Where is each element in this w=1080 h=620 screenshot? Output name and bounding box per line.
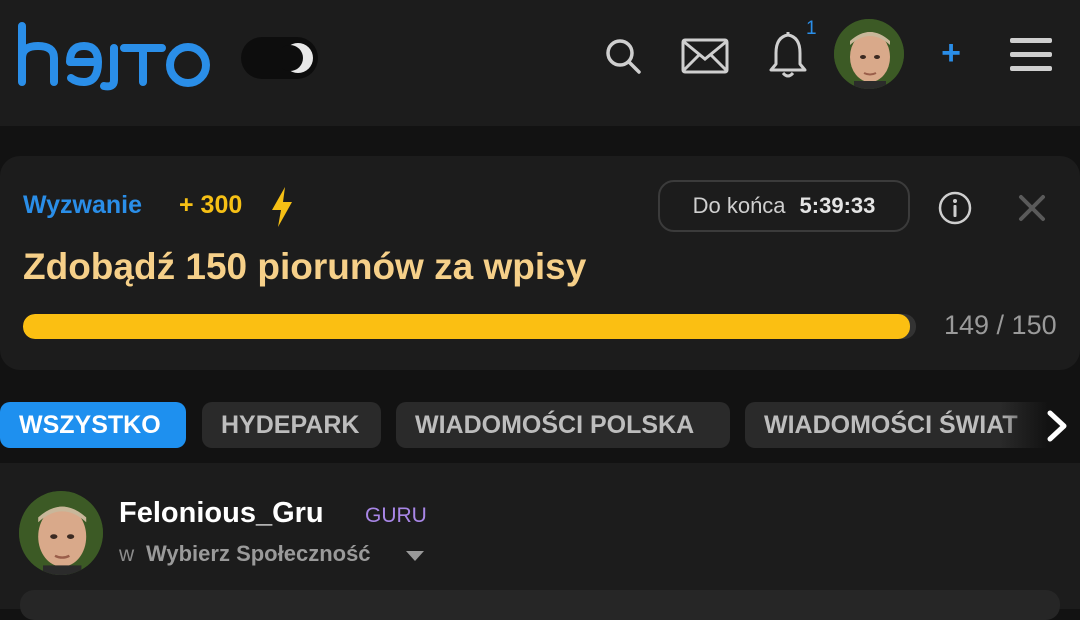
tab-wszystko[interactable]: WSZYSTKO — [0, 402, 186, 448]
info-icon[interactable] — [938, 191, 972, 225]
lightning-icon — [272, 187, 292, 227]
challenge-progress-bar — [23, 314, 916, 339]
countdown-timer: Do końca 5:39:33 — [658, 180, 910, 232]
timer-value: 5:39:33 — [799, 193, 876, 218]
category-tabs: WSZYSTKO HYDEPARK WIADOMOŚCI POLSKA WIAD… — [0, 402, 1080, 448]
community-prefix: w — [119, 543, 135, 566]
moon-icon — [282, 43, 313, 73]
avatar[interactable] — [834, 19, 904, 89]
caret-down-icon[interactable] — [404, 549, 426, 563]
challenge-label[interactable]: Wyzwanie — [23, 191, 142, 220]
close-icon[interactable] — [1017, 193, 1047, 223]
menu-icon[interactable] — [1010, 37, 1052, 73]
theme-toggle[interactable] — [241, 37, 318, 79]
post-card — [0, 463, 1080, 609]
challenge-title: Zdobądź 150 piorunów za wpisy — [23, 246, 587, 287]
post-author[interactable]: Felonious_Gru — [119, 497, 324, 530]
progress-text: 149 / 150 — [944, 310, 1057, 340]
author-avatar[interactable] — [19, 491, 103, 575]
community-selector[interactable]: Wybierz Społeczność — [146, 541, 371, 567]
mail-icon[interactable] — [681, 38, 729, 74]
progress-fill — [23, 314, 911, 339]
bell-icon[interactable] — [768, 31, 808, 79]
search-icon[interactable] — [603, 36, 643, 76]
timer-label: Do końca — [692, 193, 786, 218]
chevron-right-icon[interactable] — [1044, 409, 1070, 443]
tab-wiadomosci-polska[interactable]: WIADOMOŚCI POLSKA — [396, 402, 730, 448]
hejto-logo[interactable] — [16, 22, 216, 92]
challenge-points: + 300 — [179, 191, 243, 219]
add-button[interactable]: + — [936, 30, 966, 76]
tab-hydepark[interactable]: HYDEPARK — [202, 402, 381, 448]
post-body — [20, 590, 1060, 620]
author-rank-badge: GURU — [365, 504, 427, 527]
notification-count: 1 — [806, 18, 817, 39]
